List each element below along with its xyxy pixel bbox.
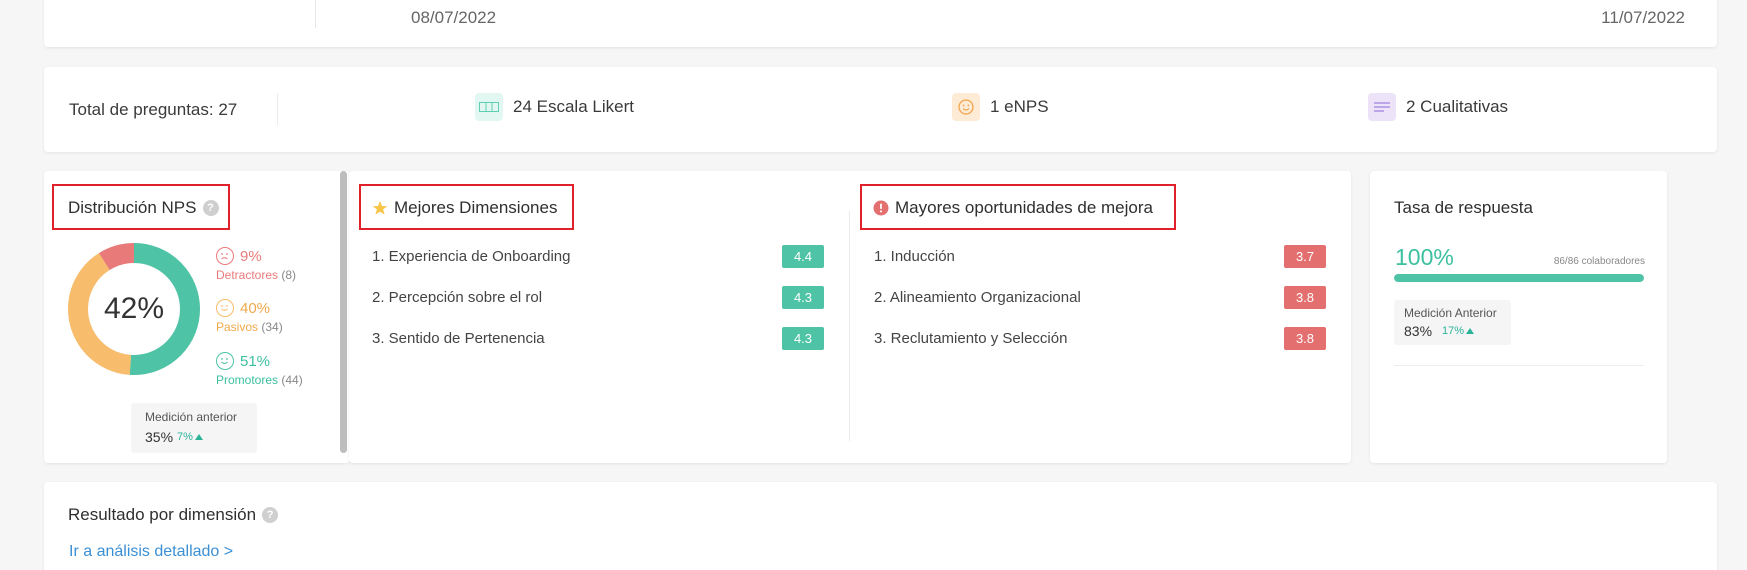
legend-detractores: 9% Detractores (8) [216,247,296,282]
previous-value-row: 35% 7% [145,429,243,445]
rate-previous-measurement: Medición Anterior 83% 17% [1394,300,1511,345]
pasivos-count: (34) [261,320,283,334]
delta-value: 7% [177,431,193,443]
likert-scale-icon [475,93,503,121]
result-title: Resultado por dimensión ? [68,505,279,525]
dimension-label: 3. Reclutamiento y Selección [874,330,1068,347]
pasivos-pct: 40% [240,299,271,317]
dimension-score: 3.8 [1284,286,1326,309]
dimensions-card: Mejores Dimensiones Mayores oportunidade… [349,171,1351,463]
divider [849,211,850,441]
sad-face-icon [216,247,234,265]
nps-score: 42% [103,292,165,325]
enps-count: 1 eNPS [952,93,1049,121]
date-range-card: 08/07/2022 11/07/2022 [44,0,1717,47]
dimension-score: 4.4 [782,245,824,268]
promotores-name: Promotores [216,373,279,387]
result-title-text: Resultado por dimensión [68,505,257,524]
qualitative-label: 2 Cualitativas [1406,97,1509,116]
list-item: 2. Alineamiento Organizacional 3.8 [874,286,1326,327]
worst-title-text: Mayores oportunidades de mejora [895,198,1153,217]
nps-previous-measurement: Medición anterior 35% 7% [131,403,257,453]
rate-count: 86/86 colaboradores [1553,256,1645,267]
list-item: 1. Experiencia de Onboarding 4.4 [372,245,824,286]
detailed-analysis-link[interactable]: Ir a análisis detallado > [69,543,233,561]
previous-value-row: 83% 17% [1404,323,1501,339]
start-date: 08/07/2022 [411,8,497,27]
rate-value: 100% [1395,244,1454,270]
response-rate-card: Tasa de respuesta 100% 86/86 colaborador… [1370,171,1667,463]
divider [277,93,278,125]
qualitative-count: 2 Cualitativas [1368,93,1508,121]
nps-title: Distribución NPS ? [68,198,219,218]
help-icon[interactable]: ? [262,507,279,523]
previous-label: Medición Anterior [1404,306,1497,320]
detractores-pct: 9% [240,247,262,265]
previous-delta: 17% [1442,325,1475,337]
end-date: 11/07/2022 [1601,8,1685,27]
dimension-label: 1. Experiencia de Onboarding [372,248,571,265]
detractores-label: Detractores (8) [216,268,296,282]
worst-dimensions-title: Mayores oportunidades de mejora [873,198,1153,218]
detractores-name: Detractores [216,268,279,282]
happy-face-icon [216,352,234,370]
list-item: 3. Sentido de Pertenencia 4.3 [372,327,824,368]
promotores-count: (44) [281,373,303,387]
worst-dimensions-list: 1. Inducción 3.7 2. Alineamiento Organiz… [874,245,1326,368]
previous-value: 35% [145,429,174,445]
detractores-count: (8) [281,268,297,282]
divider [315,0,316,28]
legend-pasivos: 40% Pasivos (34) [216,299,283,334]
dimension-label: 3. Sentido de Pertenencia [372,330,545,347]
pasivos-label: Pasivos (34) [216,320,283,334]
scrollbar-thumb[interactable] [340,171,347,453]
nps-distribution-card: Distribución NPS ? 42% 9% Detractores (8… [44,171,350,463]
legend-promotores: 51% Promotores (44) [216,352,303,387]
list-item: 1. Inducción 3.7 [874,245,1326,286]
enps-label: 1 eNPS [990,97,1049,116]
rate-title: Tasa de respuesta [1394,198,1533,217]
star-icon [372,201,388,215]
previous-value: 83% [1404,323,1433,339]
dimension-label: 2. Percepción sobre el rol [372,289,543,306]
dimension-score: 3.8 [1284,327,1326,350]
nps-title-text: Distribución NPS [68,198,197,217]
likert-count: 24 Escala Likert [475,93,634,121]
neutral-face-icon [216,299,234,317]
dimension-label: 1. Inducción [874,248,955,265]
dimension-label: 2. Alineamiento Organizacional [874,289,1081,306]
promotores-label: Promotores (44) [216,373,303,387]
likert-label: 24 Escala Likert [513,97,634,116]
questions-summary-card: Total de preguntas: 27 24 Escala Likert … [44,67,1717,152]
smiley-icon [952,93,980,121]
best-title-text: Mejores Dimensiones [394,198,558,217]
dimension-score: 4.3 [782,327,824,350]
dimension-score: 3.7 [1284,245,1326,268]
delta-value: 17% [1442,325,1465,337]
rate-progress-bar [1394,274,1644,282]
best-dimensions-title: Mejores Dimensiones [372,198,557,218]
arrow-up-icon [1466,328,1475,334]
divider [1394,365,1644,366]
best-dimensions-list: 1. Experiencia de Onboarding 4.4 2. Perc… [372,245,824,368]
text-lines-icon [1368,93,1396,121]
alert-icon [873,200,889,216]
list-item: 3. Reclutamiento y Selección 3.8 [874,327,1326,368]
arrow-up-icon [194,434,203,440]
result-by-dimension-card: Resultado por dimensión ? Ir a análisis … [44,482,1717,570]
previous-delta: 7% [177,431,203,443]
previous-label: Medición anterior [145,410,238,424]
rate-progress-fill [1394,274,1644,282]
help-icon[interactable]: ? [202,200,219,216]
list-item: 2. Percepción sobre el rol 4.3 [372,286,824,327]
pasivos-name: Pasivos [216,320,259,334]
promotores-pct: 51% [240,352,271,370]
dimension-score: 4.3 [782,286,824,309]
total-questions: Total de preguntas: 27 [69,100,238,119]
